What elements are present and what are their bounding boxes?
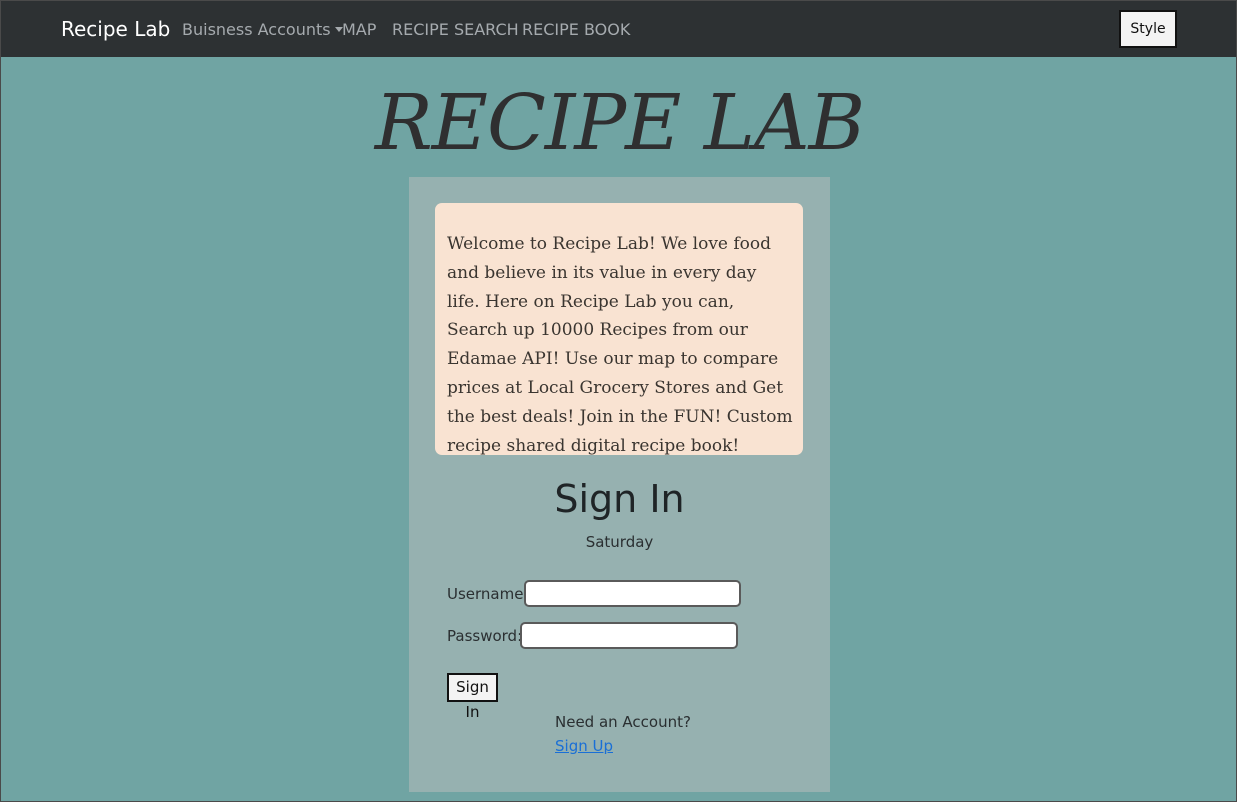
nav-recipe-book-link[interactable]: RECIPE BOOK	[522, 20, 630, 40]
signin-panel: Welcome to Recipe Lab! We love food and …	[409, 177, 830, 792]
need-account-text: Need an Account?	[555, 713, 691, 731]
password-label: Password:	[447, 627, 523, 645]
signup-link[interactable]: Sign Up	[555, 737, 613, 755]
day-label: Saturday	[585, 533, 654, 551]
username-label: Username:	[447, 585, 529, 603]
signin-title: Sign In	[554, 477, 685, 521]
page-title: RECIPE LAB	[374, 79, 865, 168]
welcome-message: Welcome to Recipe Lab! We love food and …	[435, 203, 803, 456]
style-button[interactable]: Style	[1119, 10, 1177, 48]
username-input[interactable]	[524, 580, 741, 607]
nav-business-accounts-dropdown[interactable]: Buisness Accounts	[182, 20, 343, 40]
nav-recipe-search-link[interactable]: RECIPE SEARCH	[392, 20, 519, 40]
brand-link[interactable]: Recipe Lab	[61, 17, 170, 41]
signin-button[interactable]: Sign In	[447, 673, 498, 721]
nav-map-link[interactable]: MAP	[342, 20, 376, 40]
nav-business-accounts-label: Buisness Accounts	[182, 20, 331, 39]
navbar: Recipe Lab Buisness Accounts MAP RECIPE …	[1, 1, 1236, 57]
password-input[interactable]	[520, 622, 738, 649]
